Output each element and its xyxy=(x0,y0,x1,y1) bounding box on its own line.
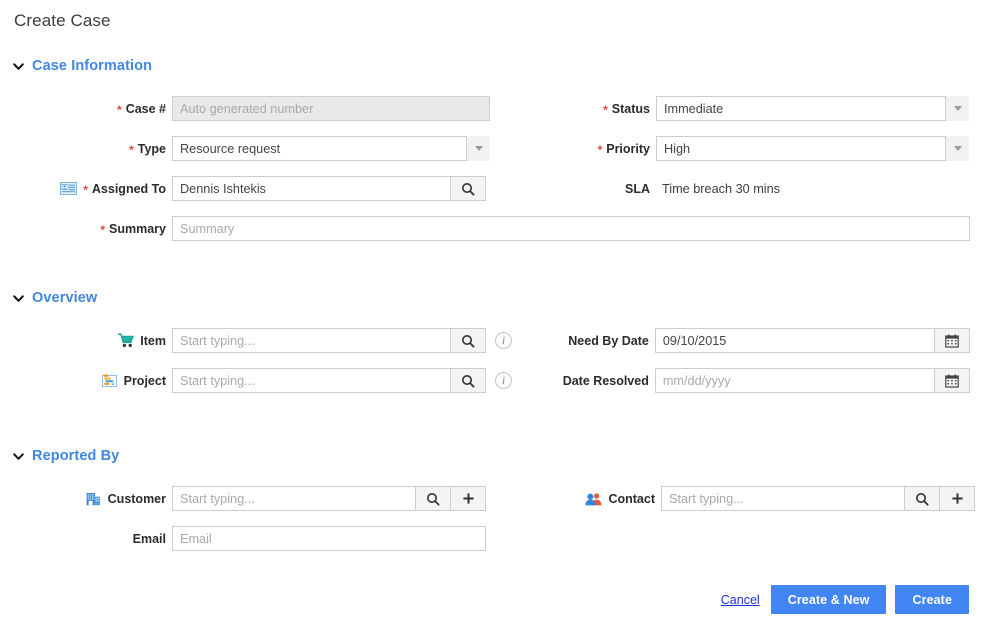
status-select-value[interactable] xyxy=(656,96,969,121)
label-summary: * Summary xyxy=(0,222,166,236)
label-status: * Status xyxy=(560,102,650,116)
field-row-type: * Type xyxy=(0,136,490,161)
label-item: Item xyxy=(0,333,166,348)
field-row-need-by-date: Need By Date xyxy=(560,328,970,353)
create-case-page: Create Case Case Information * Case # * … xyxy=(0,0,997,625)
contact-card-icon xyxy=(60,182,77,195)
form-actions: Cancel Create & New Create xyxy=(721,585,969,614)
field-row-project: Project i xyxy=(0,368,520,393)
search-icon xyxy=(461,374,475,388)
section-title-case-information: Case Information xyxy=(32,58,152,74)
search-icon xyxy=(461,334,475,348)
priority-select-value[interactable] xyxy=(656,136,969,161)
field-row-customer: Customer xyxy=(0,486,520,511)
type-select-value[interactable] xyxy=(172,136,490,161)
item-info-icon[interactable]: i xyxy=(495,332,512,349)
create-button[interactable]: Create xyxy=(895,585,969,614)
label-priority: * Priority xyxy=(560,142,650,156)
section-header-case-information[interactable]: Case Information xyxy=(12,58,152,74)
customer-input[interactable] xyxy=(172,486,416,511)
create-and-new-button[interactable]: Create & New xyxy=(771,585,887,614)
item-input[interactable] xyxy=(172,328,451,353)
date-resolved-calendar-button[interactable] xyxy=(935,368,970,393)
chevron-down-icon[interactable] xyxy=(945,136,969,161)
date-resolved-input[interactable] xyxy=(655,368,936,393)
label-customer: Customer xyxy=(0,492,166,506)
contact-input[interactable] xyxy=(661,486,905,511)
label-assigned-to: * Assigned To xyxy=(0,182,166,196)
field-row-contact: Contact xyxy=(560,486,975,511)
chevron-down-icon xyxy=(12,450,25,463)
field-row-email: Email xyxy=(0,526,520,551)
need-by-date-calendar-button[interactable] xyxy=(935,328,970,353)
label-date-resolved: Date Resolved xyxy=(560,374,649,388)
search-icon xyxy=(461,182,475,196)
section-header-overview[interactable]: Overview xyxy=(12,290,97,306)
project-info-icon[interactable]: i xyxy=(495,372,512,389)
page-title: Create Case xyxy=(14,11,111,31)
section-title-reported-by: Reported By xyxy=(32,448,119,464)
calendar-icon xyxy=(945,334,959,348)
email-field[interactable] xyxy=(172,526,486,551)
priority-select[interactable] xyxy=(656,136,969,161)
field-row-priority: * Priority xyxy=(560,136,970,161)
search-icon xyxy=(915,492,929,506)
need-by-date-input[interactable] xyxy=(655,328,936,353)
label-type: * Type xyxy=(0,142,166,156)
field-row-sla: SLA Time breach 30 mins xyxy=(560,182,970,196)
required-indicator: * xyxy=(129,144,134,156)
gantt-chart-icon xyxy=(102,374,118,388)
field-row-status: * Status xyxy=(560,96,970,121)
section-header-reported-by[interactable]: Reported By xyxy=(12,448,119,464)
plus-icon xyxy=(951,492,964,505)
required-indicator: * xyxy=(117,104,122,116)
field-row-date-resolved: Date Resolved xyxy=(560,368,970,393)
chevron-down-icon xyxy=(12,60,25,73)
field-row-assigned-to: * Assigned To xyxy=(0,176,490,201)
chevron-down-icon[interactable] xyxy=(945,96,969,121)
contacts-people-icon xyxy=(585,492,602,506)
field-row-case-number: * Case # xyxy=(0,96,490,121)
required-indicator: * xyxy=(100,224,105,236)
contact-add-button[interactable] xyxy=(940,486,975,511)
calendar-icon xyxy=(945,374,959,388)
building-icon xyxy=(86,492,102,506)
plus-icon xyxy=(462,492,475,505)
label-email: Email xyxy=(0,532,166,546)
assigned-to-search-button[interactable] xyxy=(451,176,486,201)
required-indicator: * xyxy=(603,104,608,116)
field-row-summary: * Summary xyxy=(0,216,970,241)
label-need-by-date: Need By Date xyxy=(560,334,649,348)
chevron-down-icon xyxy=(12,292,25,305)
shopping-cart-icon xyxy=(118,333,134,348)
status-select[interactable] xyxy=(656,96,969,121)
contact-search-button[interactable] xyxy=(905,486,940,511)
case-number-input xyxy=(172,96,490,121)
label-sla: SLA xyxy=(560,182,650,196)
field-row-item: Item i xyxy=(0,328,520,353)
required-indicator: * xyxy=(83,184,88,196)
chevron-down-icon[interactable] xyxy=(466,136,490,161)
customer-add-button[interactable] xyxy=(451,486,486,511)
cancel-button[interactable]: Cancel xyxy=(721,593,762,607)
section-title-overview: Overview xyxy=(32,290,97,306)
customer-search-button[interactable] xyxy=(416,486,451,511)
summary-input[interactable] xyxy=(172,216,970,241)
required-indicator: * xyxy=(598,144,603,156)
type-select[interactable] xyxy=(172,136,490,161)
item-search-button[interactable] xyxy=(451,328,486,353)
project-search-button[interactable] xyxy=(451,368,486,393)
sla-value: Time breach 30 mins xyxy=(662,182,780,196)
label-project: Project xyxy=(0,374,166,388)
project-input[interactable] xyxy=(172,368,451,393)
assigned-to-input[interactable] xyxy=(172,176,451,201)
search-icon xyxy=(426,492,440,506)
label-contact: Contact xyxy=(560,492,655,506)
label-case-number: * Case # xyxy=(0,102,166,116)
